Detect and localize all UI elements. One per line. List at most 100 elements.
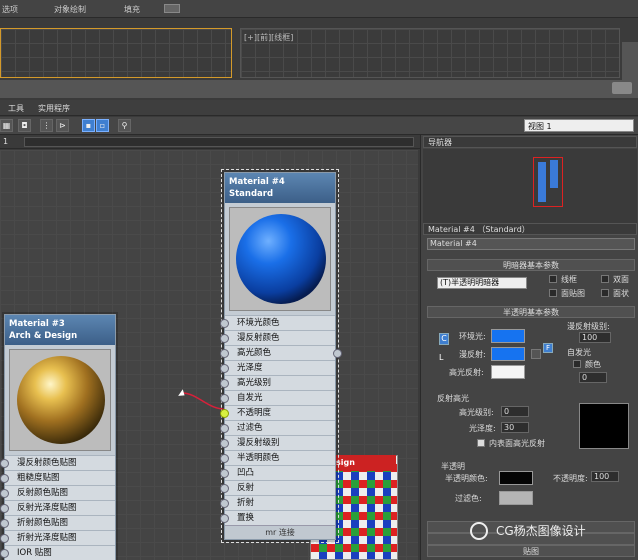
diffuse-map-button[interactable] xyxy=(531,349,541,359)
filter-color-swatch[interactable] xyxy=(499,491,533,505)
node-4-mr-connect[interactable]: mr 连接 xyxy=(225,525,335,539)
viewport-front[interactable] xyxy=(240,28,620,78)
menu-item-populate[interactable]: 填充 xyxy=(124,4,140,15)
node-3-slot[interactable]: 折射颜色贴图 xyxy=(0,515,115,530)
node-4-slot[interactable]: 半透明颜色 xyxy=(220,450,335,465)
zoom-icon[interactable]: ⚲ xyxy=(118,119,131,132)
node-3-slot[interactable]: 反射颜色贴图 xyxy=(0,485,115,500)
diffuse-swatch[interactable] xyxy=(491,347,525,361)
material-node-4[interactable]: Material #4 Standard 环境光颜色 漫反射颜色 高光颜色 光泽… xyxy=(220,169,342,543)
input-pin[interactable] xyxy=(0,534,9,543)
show-map-icon[interactable]: ▪ xyxy=(82,119,95,132)
input-pin[interactable] xyxy=(0,489,9,498)
shader-rollout[interactable]: 明暗器基本参数 xyxy=(427,259,635,271)
viewport-area[interactable]: [+][前][线框] xyxy=(0,18,638,98)
node-4-slot[interactable]: 漫反射颜色 xyxy=(220,330,335,345)
node-3-slot[interactable]: 折射光泽度贴图 xyxy=(0,530,115,545)
view-select[interactable]: 视图 1 xyxy=(524,119,634,132)
slot-label: 折射 xyxy=(237,498,255,508)
node-4-slot[interactable]: 过滤色 xyxy=(220,420,335,435)
show-background-icon[interactable]: ▫ xyxy=(96,119,109,132)
material-node-3[interactable]: Material #3 Arch & Design 漫反射颜色贴图 粗糙度贴图 … xyxy=(0,314,116,560)
node-4-slot[interactable]: 高光级别 xyxy=(220,375,335,390)
input-pin[interactable] xyxy=(0,519,9,528)
map-lock-icon[interactable]: F xyxy=(543,343,553,353)
input-pin[interactable] xyxy=(220,349,229,358)
lock-ambient-button[interactable]: C xyxy=(439,333,449,345)
layout-icon[interactable]: ⋮ xyxy=(40,119,53,132)
node-4-slot[interactable]: 环境光颜色 xyxy=(220,315,335,330)
opacity-label: 不透明度: xyxy=(553,474,588,483)
input-pin[interactable] xyxy=(220,394,229,403)
input-pin[interactable] xyxy=(0,474,9,483)
node-4-slot[interactable]: 反射 xyxy=(220,480,335,495)
input-pin[interactable] xyxy=(220,364,229,373)
inner-spec-checkbox[interactable] xyxy=(477,439,485,447)
twosided-checkbox[interactable] xyxy=(601,275,609,283)
gloss-input[interactable]: 30 xyxy=(501,422,529,433)
view-tab-label[interactable]: 1 xyxy=(3,137,8,146)
node-3-slot[interactable]: 粗糙度贴图 xyxy=(0,470,115,485)
window-close-button[interactable] xyxy=(612,82,632,94)
shader-select[interactable]: (T)半透明明暗器 xyxy=(437,277,527,289)
select-tool-icon[interactable]: ▦ xyxy=(0,119,13,132)
node-4-slot[interactable]: 自发光 xyxy=(220,390,335,405)
basic-params-rollout[interactable]: 半透明基本参数 xyxy=(427,306,635,318)
input-pin[interactable] xyxy=(220,454,229,463)
node-4-slot[interactable]: 漫反射级别 xyxy=(220,435,335,450)
input-pin[interactable] xyxy=(220,469,229,478)
node-3-header[interactable]: Material #3 Arch & Design xyxy=(5,315,115,345)
menu-item-tools[interactable]: 工具 xyxy=(8,103,24,114)
maps-rollout[interactable]: 贴图 xyxy=(427,545,635,557)
node-4-slot-opacity[interactable]: 不透明度 xyxy=(220,405,335,420)
ambient-swatch[interactable] xyxy=(491,329,525,343)
input-pin[interactable] xyxy=(220,514,229,523)
viewport-top-left[interactable] xyxy=(0,28,232,78)
dropdown-arrow-icon[interactable] xyxy=(164,4,180,13)
transl-color-swatch[interactable] xyxy=(499,471,533,485)
opacity-input[interactable]: 100 xyxy=(591,471,619,482)
lock-specular-button[interactable]: L xyxy=(439,353,449,365)
input-pin[interactable] xyxy=(220,499,229,508)
self-illum-input[interactable]: 0 xyxy=(579,372,607,383)
spec-level-input[interactable]: 0 xyxy=(501,406,529,417)
faceted-checkbox[interactable] xyxy=(601,289,609,297)
node-4-header[interactable]: Material #4 Standard xyxy=(225,173,335,203)
menu-item-object-paint[interactable]: 对象绘制 xyxy=(54,4,86,15)
move-children-icon[interactable]: ⊳ xyxy=(56,119,69,132)
specular-swatch[interactable] xyxy=(491,365,525,379)
input-pin-active[interactable] xyxy=(220,409,229,418)
wireframe-checkbox[interactable] xyxy=(549,275,557,283)
material-name-field[interactable]: Material #4 xyxy=(427,238,635,250)
node-3-slot[interactable]: IOR 贴图 xyxy=(0,545,115,560)
navigator-view[interactable] xyxy=(423,149,637,223)
view-tab-field[interactable] xyxy=(24,137,414,147)
node-3-slot[interactable]: 漫反射颜色贴图 xyxy=(0,455,115,470)
input-pin[interactable] xyxy=(220,484,229,493)
input-pin[interactable] xyxy=(0,549,9,558)
self-illum-color-checkbox[interactable] xyxy=(573,360,581,368)
node-4-slot[interactable]: 折射 xyxy=(220,495,335,510)
navigator-header[interactable]: 导航器 xyxy=(423,136,637,148)
menu-item-options[interactable]: 选项 xyxy=(2,4,18,15)
node-4-slot[interactable]: 高光颜色 xyxy=(220,345,335,360)
node-3-slot[interactable]: 反射光泽度贴图 xyxy=(0,500,115,515)
menu-item-utilities[interactable]: 实用程序 xyxy=(38,103,70,114)
node-4-slot[interactable]: 凹凸 xyxy=(220,465,335,480)
navigator-frame[interactable] xyxy=(533,157,563,207)
output-pin[interactable] xyxy=(333,349,342,358)
node-4-slot[interactable]: 光泽度 xyxy=(220,360,335,375)
viewport-label[interactable]: [+][前][线框] xyxy=(244,32,293,43)
facemap-checkbox[interactable] xyxy=(549,289,557,297)
input-pin[interactable] xyxy=(220,439,229,448)
input-pin[interactable] xyxy=(220,424,229,433)
input-pin[interactable] xyxy=(220,319,229,328)
input-pin[interactable] xyxy=(220,379,229,388)
diffuse-level-input[interactable]: 100 xyxy=(579,332,611,343)
input-pin[interactable] xyxy=(220,334,229,343)
pan-icon[interactable]: ◘ xyxy=(18,119,31,132)
input-pin[interactable] xyxy=(0,504,9,513)
node-4-type: Standard xyxy=(229,189,274,199)
node-4-slot[interactable]: 置换 xyxy=(220,510,335,525)
input-pin[interactable] xyxy=(0,459,9,468)
